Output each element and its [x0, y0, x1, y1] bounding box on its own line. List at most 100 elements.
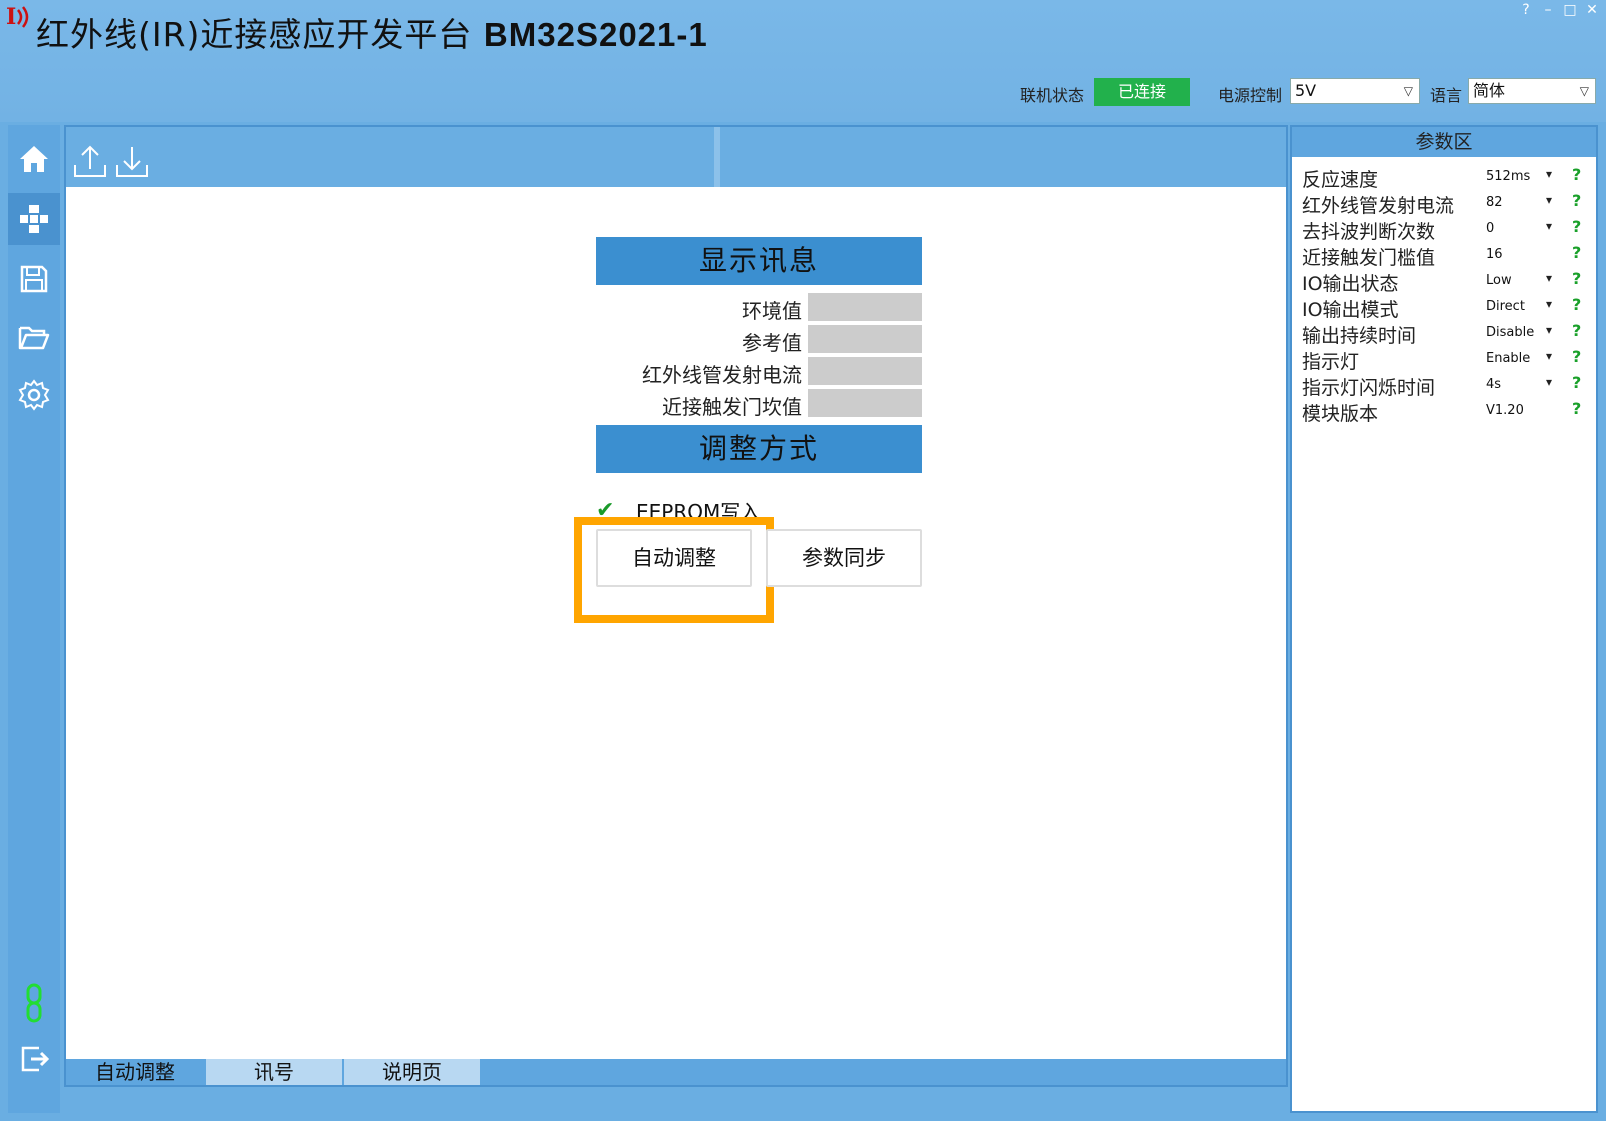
main-panel: 显示讯息 环境值 参考值 红外线管发射电流 近接触发门坎值 调整方式 ✔ EEP… — [64, 125, 1288, 1087]
info-label: 近接触发门坎值 — [662, 395, 802, 419]
info-value-box — [808, 389, 922, 417]
param-row-io-mode: IO输出模式 Direct ▾ ? — [1292, 295, 1596, 321]
help-icon[interactable]: ? — [1572, 217, 1581, 236]
info-row-reference: 参考值 — [596, 325, 922, 355]
param-row-ir-current: 红外线管发射电流 82 ▾ ? — [1292, 191, 1596, 217]
info-row-threshold: 近接触发门坎值 — [596, 389, 922, 419]
title-bar: I 红外线(IR)近接感应开发平台 BM32S2021-1 ? – □ ✕ 联机… — [0, 0, 1606, 122]
power-select[interactable]: 5V ▽ — [1290, 78, 1420, 104]
sidebar-link-button[interactable] — [8, 977, 60, 1029]
toolbar — [66, 127, 1286, 187]
param-name: 去抖波判断次数 — [1302, 221, 1436, 243]
info-label: 红外线管发射电流 — [642, 363, 802, 387]
download-icon[interactable] — [114, 143, 150, 179]
param-row-output-duration: 输出持续时间 Disable ▾ ? — [1292, 321, 1596, 347]
sidebar-settings-button[interactable] — [8, 369, 60, 421]
language-label: 语言 — [1430, 86, 1463, 105]
window-controls: ? – □ ✕ — [1518, 2, 1600, 18]
connection-label: 联机状态 — [1020, 86, 1085, 105]
param-value[interactable]: Enable — [1486, 351, 1530, 366]
dropdown-arrow-icon[interactable]: ▾ — [1546, 323, 1552, 337]
param-row-blink-time: 指示灯闪烁时间 4s ▾ ? — [1292, 373, 1596, 399]
dropdown-arrow-icon[interactable]: ▾ — [1546, 297, 1552, 311]
param-row-version: 模块版本 V1.20 ? — [1292, 399, 1596, 425]
param-value[interactable]: Disable — [1486, 325, 1534, 340]
sidebar-home-button[interactable] — [8, 133, 60, 185]
param-panel-header: 参数区 — [1292, 127, 1596, 157]
param-value[interactable]: Direct — [1486, 299, 1525, 314]
param-value[interactable]: 4s — [1486, 377, 1501, 392]
help-window-button[interactable]: ? — [1518, 2, 1534, 18]
info-label: 环境值 — [742, 299, 802, 323]
help-icon[interactable]: ? — [1572, 243, 1581, 262]
help-icon[interactable]: ? — [1572, 347, 1581, 366]
chevron-down-icon: ▽ — [1403, 84, 1413, 98]
chevron-down-icon: ▽ — [1579, 84, 1589, 98]
param-name: IO输出模式 — [1302, 299, 1399, 321]
gear-icon — [18, 379, 50, 411]
help-icon[interactable]: ? — [1572, 373, 1581, 392]
param-row-response-speed: 反应速度 512ms ▾ ? — [1292, 165, 1596, 191]
param-name: 近接触发门槛值 — [1302, 247, 1436, 269]
exit-icon — [21, 1046, 49, 1072]
param-value[interactable]: Low — [1486, 273, 1512, 288]
dropdown-arrow-icon[interactable]: ▾ — [1546, 375, 1552, 389]
param-row-indicator: 指示灯 Enable ▾ ? — [1292, 347, 1596, 373]
tab-help-page[interactable]: 说明页 — [344, 1059, 480, 1085]
info-value-box — [808, 325, 922, 353]
info-value-box — [808, 293, 922, 321]
language-select-value: 简体 — [1473, 81, 1506, 100]
dropdown-arrow-icon[interactable]: ▾ — [1546, 219, 1552, 233]
module-icon — [20, 205, 48, 233]
param-name: 输出持续时间 — [1302, 325, 1417, 347]
param-value[interactable]: 16 — [1486, 247, 1503, 262]
param-value[interactable]: 82 — [1486, 195, 1503, 210]
param-row-debounce: 去抖波判断次数 0 ▾ ? — [1292, 217, 1596, 243]
app-title-model: BM32S2021-1 — [483, 16, 708, 53]
info-row-ambient: 环境值 — [596, 293, 922, 323]
dropdown-arrow-icon[interactable]: ▾ — [1546, 271, 1552, 285]
power-select-value: 5V — [1295, 81, 1317, 100]
param-name: 指示灯 — [1302, 351, 1360, 373]
help-icon[interactable]: ? — [1572, 269, 1581, 288]
info-label: 参考值 — [742, 331, 802, 355]
tab-signal[interactable]: 讯号 — [206, 1059, 342, 1085]
param-name: 指示灯闪烁时间 — [1302, 377, 1436, 399]
app-logo-icon: I — [6, 4, 29, 30]
app-title: 红外线(IR)近接感应开发平台 BM32S2021-1 — [36, 8, 708, 56]
param-name: 模块版本 — [1302, 403, 1379, 425]
status-row: 联机状态 已连接 电源控制 5V ▽ 语言 简体 ▽ — [0, 76, 1606, 110]
link-icon — [26, 983, 42, 1023]
language-select[interactable]: 简体 ▽ — [1468, 78, 1596, 104]
param-value[interactable]: 0 — [1486, 221, 1494, 236]
tab-auto-adjust[interactable]: 自动调整 — [66, 1059, 204, 1085]
sidebar-save-button[interactable] — [8, 253, 60, 305]
dropdown-arrow-icon[interactable]: ▾ — [1546, 349, 1552, 363]
display-section-header: 显示讯息 — [596, 237, 922, 285]
close-button[interactable]: ✕ — [1584, 2, 1600, 18]
param-name: IO输出状态 — [1302, 273, 1399, 295]
toolbar-divider — [714, 127, 720, 187]
help-icon[interactable]: ? — [1572, 295, 1581, 314]
sidebar — [8, 125, 60, 1113]
dropdown-arrow-icon[interactable]: ▾ — [1546, 193, 1552, 207]
param-sync-button[interactable]: 参数同步 — [766, 529, 922, 587]
power-label: 电源控制 — [1218, 86, 1283, 105]
help-icon[interactable]: ? — [1572, 399, 1581, 418]
dropdown-arrow-icon[interactable]: ▾ — [1546, 167, 1552, 181]
sidebar-module-button[interactable] — [8, 193, 60, 245]
sidebar-open-button[interactable] — [8, 311, 60, 363]
param-panel: 参数区 反应速度 512ms ▾ ? 红外线管发射电流 82 ▾ ? 去抖波判断… — [1290, 125, 1598, 1113]
save-icon — [20, 265, 48, 293]
help-icon[interactable]: ? — [1572, 165, 1581, 184]
minimize-button[interactable]: – — [1540, 2, 1556, 18]
auto-adjust-button[interactable]: 自动调整 — [596, 529, 752, 587]
sidebar-exit-button[interactable] — [8, 1033, 60, 1085]
upload-icon[interactable] — [72, 143, 108, 179]
adjust-section-header: 调整方式 — [596, 425, 922, 473]
help-icon[interactable]: ? — [1572, 321, 1581, 340]
help-icon[interactable]: ? — [1572, 191, 1581, 210]
home-icon — [20, 146, 48, 172]
param-value[interactable]: 512ms — [1486, 169, 1530, 184]
maximize-button[interactable]: □ — [1562, 2, 1578, 18]
